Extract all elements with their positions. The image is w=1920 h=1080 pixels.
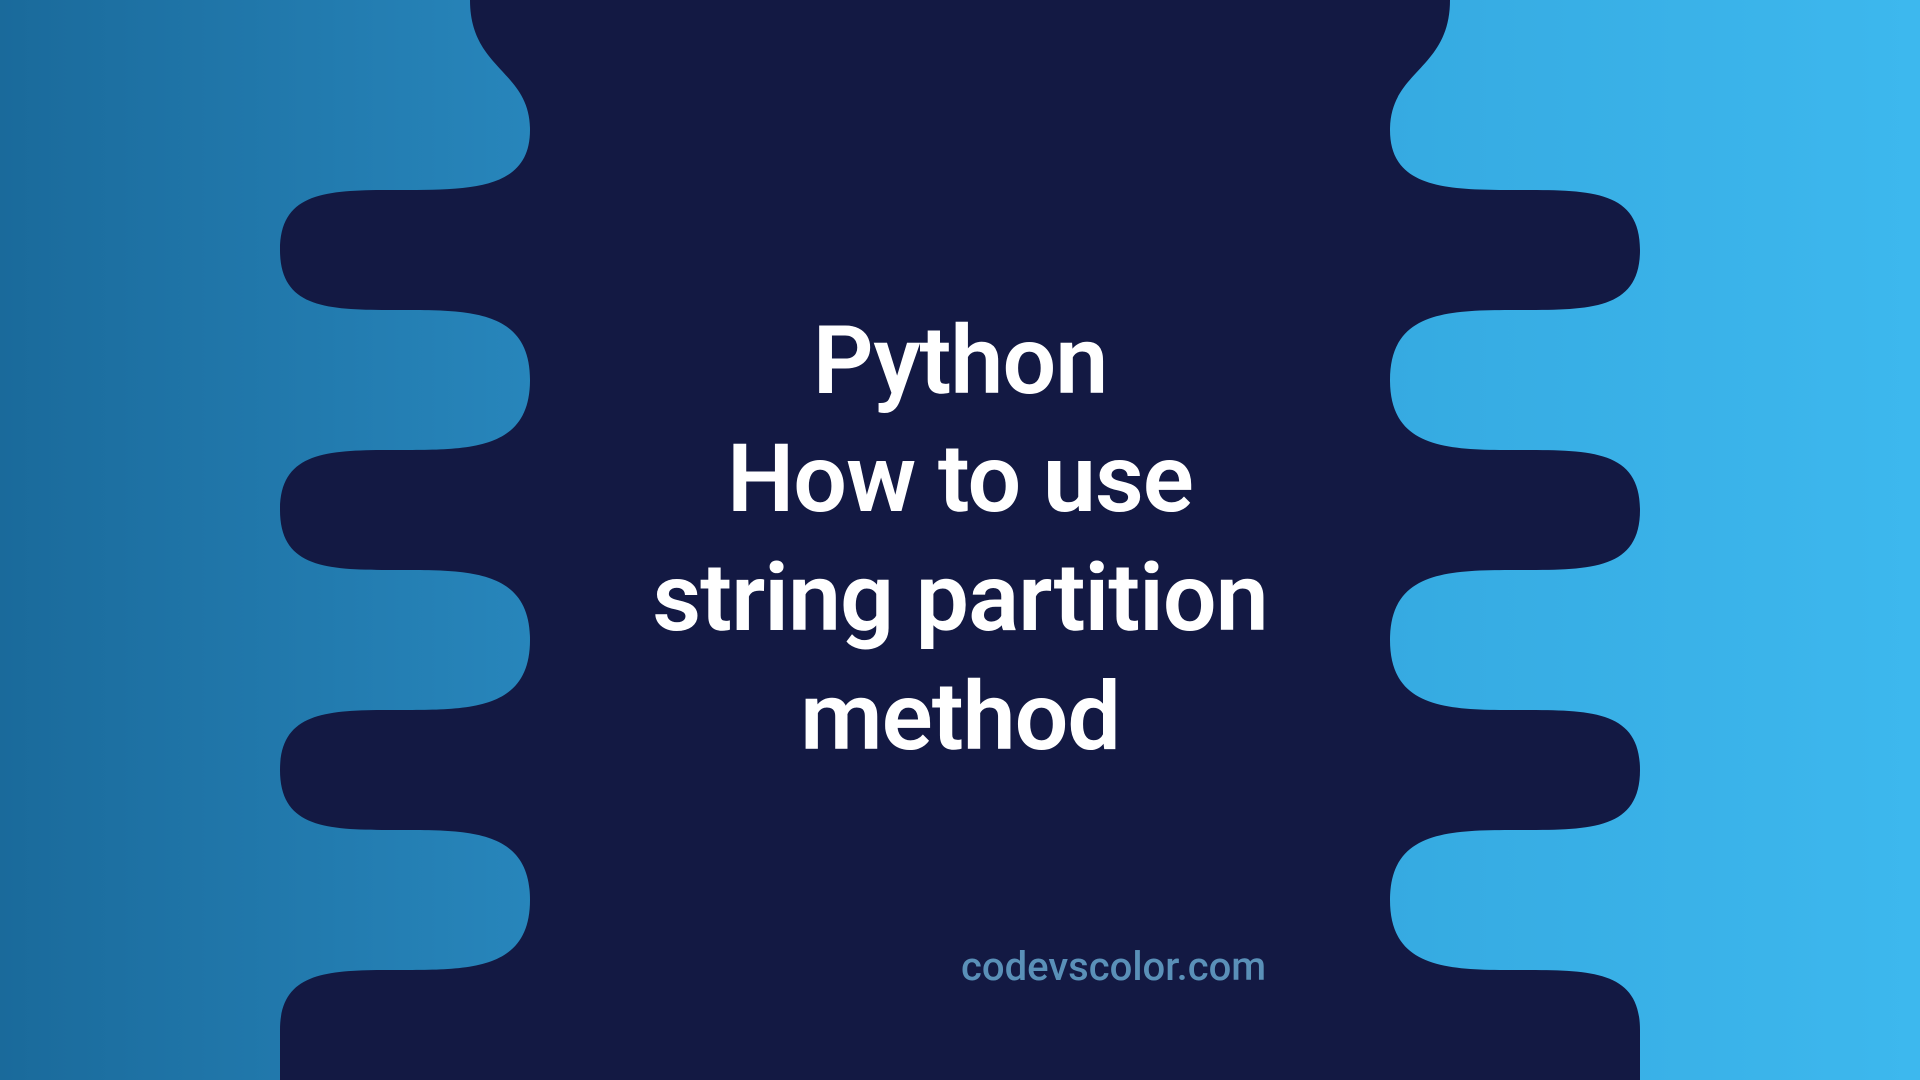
- watermark-text: codevscolor.com: [961, 943, 1266, 990]
- title-line-4: method: [652, 659, 1267, 778]
- title-line-3: string partition: [652, 540, 1267, 659]
- title-line-1: Python: [652, 303, 1267, 422]
- main-content: Python How to use string partition metho…: [0, 0, 1920, 1080]
- page-title: Python How to use string partition metho…: [652, 303, 1267, 778]
- title-line-2: How to use: [652, 421, 1267, 540]
